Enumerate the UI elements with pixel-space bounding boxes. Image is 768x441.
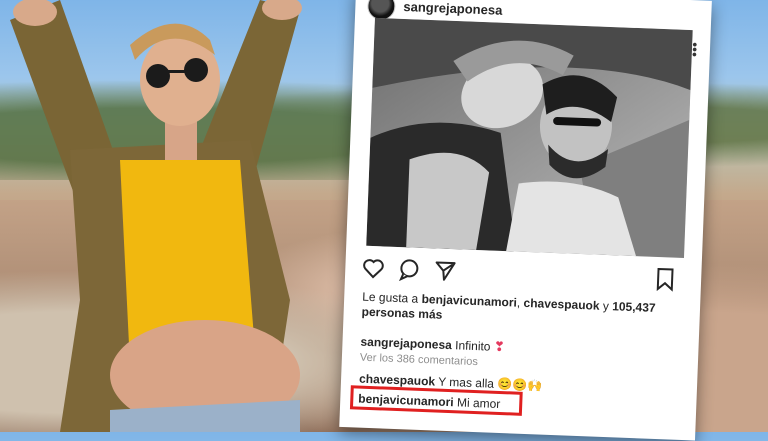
pink-heart-icon: ❣ (493, 338, 506, 355)
pregnant-woman-photo (10, 0, 302, 432)
liked-by-user-2[interactable]: chavespauok (523, 296, 600, 313)
comment-bubble-icon[interactable] (397, 257, 422, 282)
instagram-post-card: sangrejaponesa ••• Le gusta a benjavicun… (339, 0, 712, 441)
paper-plane-icon[interactable] (433, 258, 458, 283)
comment-text: Mi amor (456, 395, 501, 412)
likes-suffix[interactable]: personas más (361, 305, 442, 322)
bookmark-icon[interactable] (653, 267, 678, 292)
couple-bw-photo (366, 17, 693, 258)
post-username[interactable]: sangrejaponesa (403, 0, 503, 18)
likes-prefix: Le gusta a (361, 289, 419, 306)
likes-count[interactable]: 105,437 (612, 299, 656, 315)
post-photo[interactable] (366, 17, 693, 258)
likes-summary: Le gusta a benjavicunamori, chavespauok … (361, 289, 656, 322)
view-all-comments-link[interactable]: Ver los 386 comentarios (360, 352, 478, 369)
likes-and: y (602, 298, 610, 314)
caption-text: Infinito (454, 338, 491, 354)
caption-username[interactable]: sangrejaponesa (360, 335, 452, 352)
post-actions (359, 256, 680, 296)
heart-outline-icon[interactable] (361, 256, 386, 281)
